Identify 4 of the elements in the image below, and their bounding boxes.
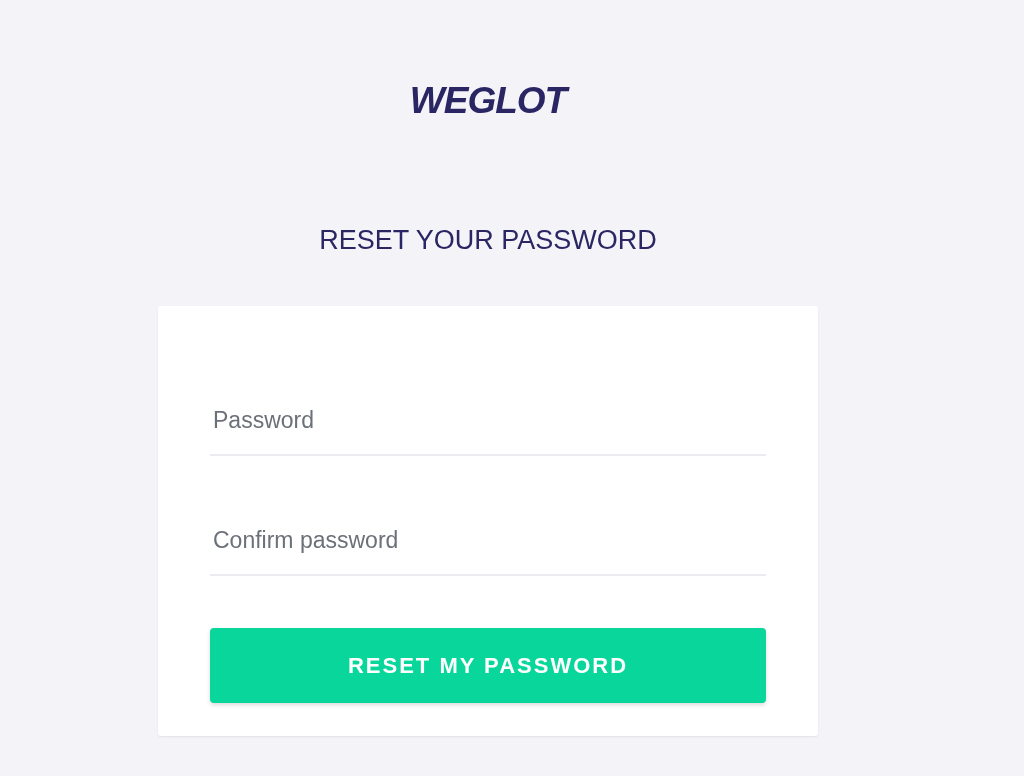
page-heading: RESET YOUR PASSWORD (319, 224, 657, 257)
reset-password-button[interactable]: RESET MY PASSWORD (210, 628, 766, 703)
input-field[interactable]: Confirm password (210, 506, 766, 576)
input-field[interactable]: Password (210, 386, 766, 456)
